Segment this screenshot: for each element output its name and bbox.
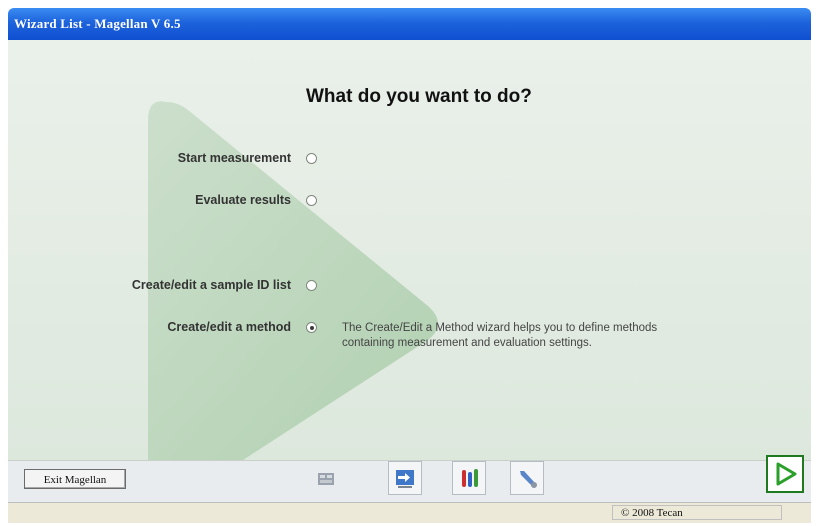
tubes-icon	[462, 469, 478, 487]
option-description: The Create/Edit a Method wizard helps yo…	[342, 322, 658, 349]
option-label: Start measurement	[177, 151, 291, 165]
measure-button[interactable]	[308, 461, 342, 495]
wizard-panel: What do you want to do? Start measuremen…	[8, 40, 811, 460]
radio-create-sample-id-list[interactable]	[306, 280, 317, 291]
bottom-toolbar: Exit Magellan	[8, 455, 811, 503]
app-window: Wizard List - Magellan V 6.5 What do you…	[0, 0, 819, 526]
radio-create-method[interactable]	[306, 322, 317, 333]
exit-magellan-button[interactable]: Exit Magellan	[24, 469, 126, 489]
option-label: Create/edit a sample ID list	[131, 278, 291, 292]
option-label: Evaluate results	[195, 193, 291, 207]
option-start-measurement[interactable]: Start measurement	[8, 148, 324, 168]
tubes-button[interactable]	[452, 461, 486, 495]
play-arrow-icon	[776, 462, 797, 486]
radio-evaluate-results[interactable]	[306, 195, 317, 206]
copyright-text: © 2008 Tecan	[612, 505, 782, 520]
next-button[interactable]	[766, 455, 804, 493]
tools-button[interactable]	[510, 461, 544, 495]
option-evaluate-results[interactable]: Evaluate results	[8, 190, 324, 210]
option-create-method[interactable]: Create/edit a method	[8, 317, 324, 337]
transfer-icon	[396, 470, 414, 488]
status-bar: © 2008 Tecan	[8, 502, 811, 523]
measure-icon	[318, 473, 334, 485]
page-title: What do you want to do?	[306, 86, 532, 107]
option-label: Create/edit a method	[167, 320, 291, 334]
transfer-button[interactable]	[388, 461, 422, 495]
title-bar[interactable]: Wizard List - Magellan V 6.5	[8, 8, 811, 40]
radio-start-measurement[interactable]	[306, 153, 317, 164]
option-create-sample-id-list[interactable]: Create/edit a sample ID list	[8, 275, 324, 295]
window-title: Wizard List - Magellan V 6.5	[14, 16, 181, 31]
tools-icon	[520, 471, 537, 488]
